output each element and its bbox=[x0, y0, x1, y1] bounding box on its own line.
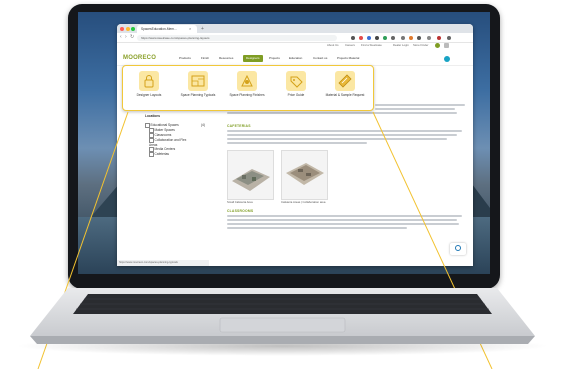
laptop-base bbox=[30, 288, 535, 344]
trackpad bbox=[219, 317, 346, 333]
base-edge bbox=[30, 336, 535, 344]
